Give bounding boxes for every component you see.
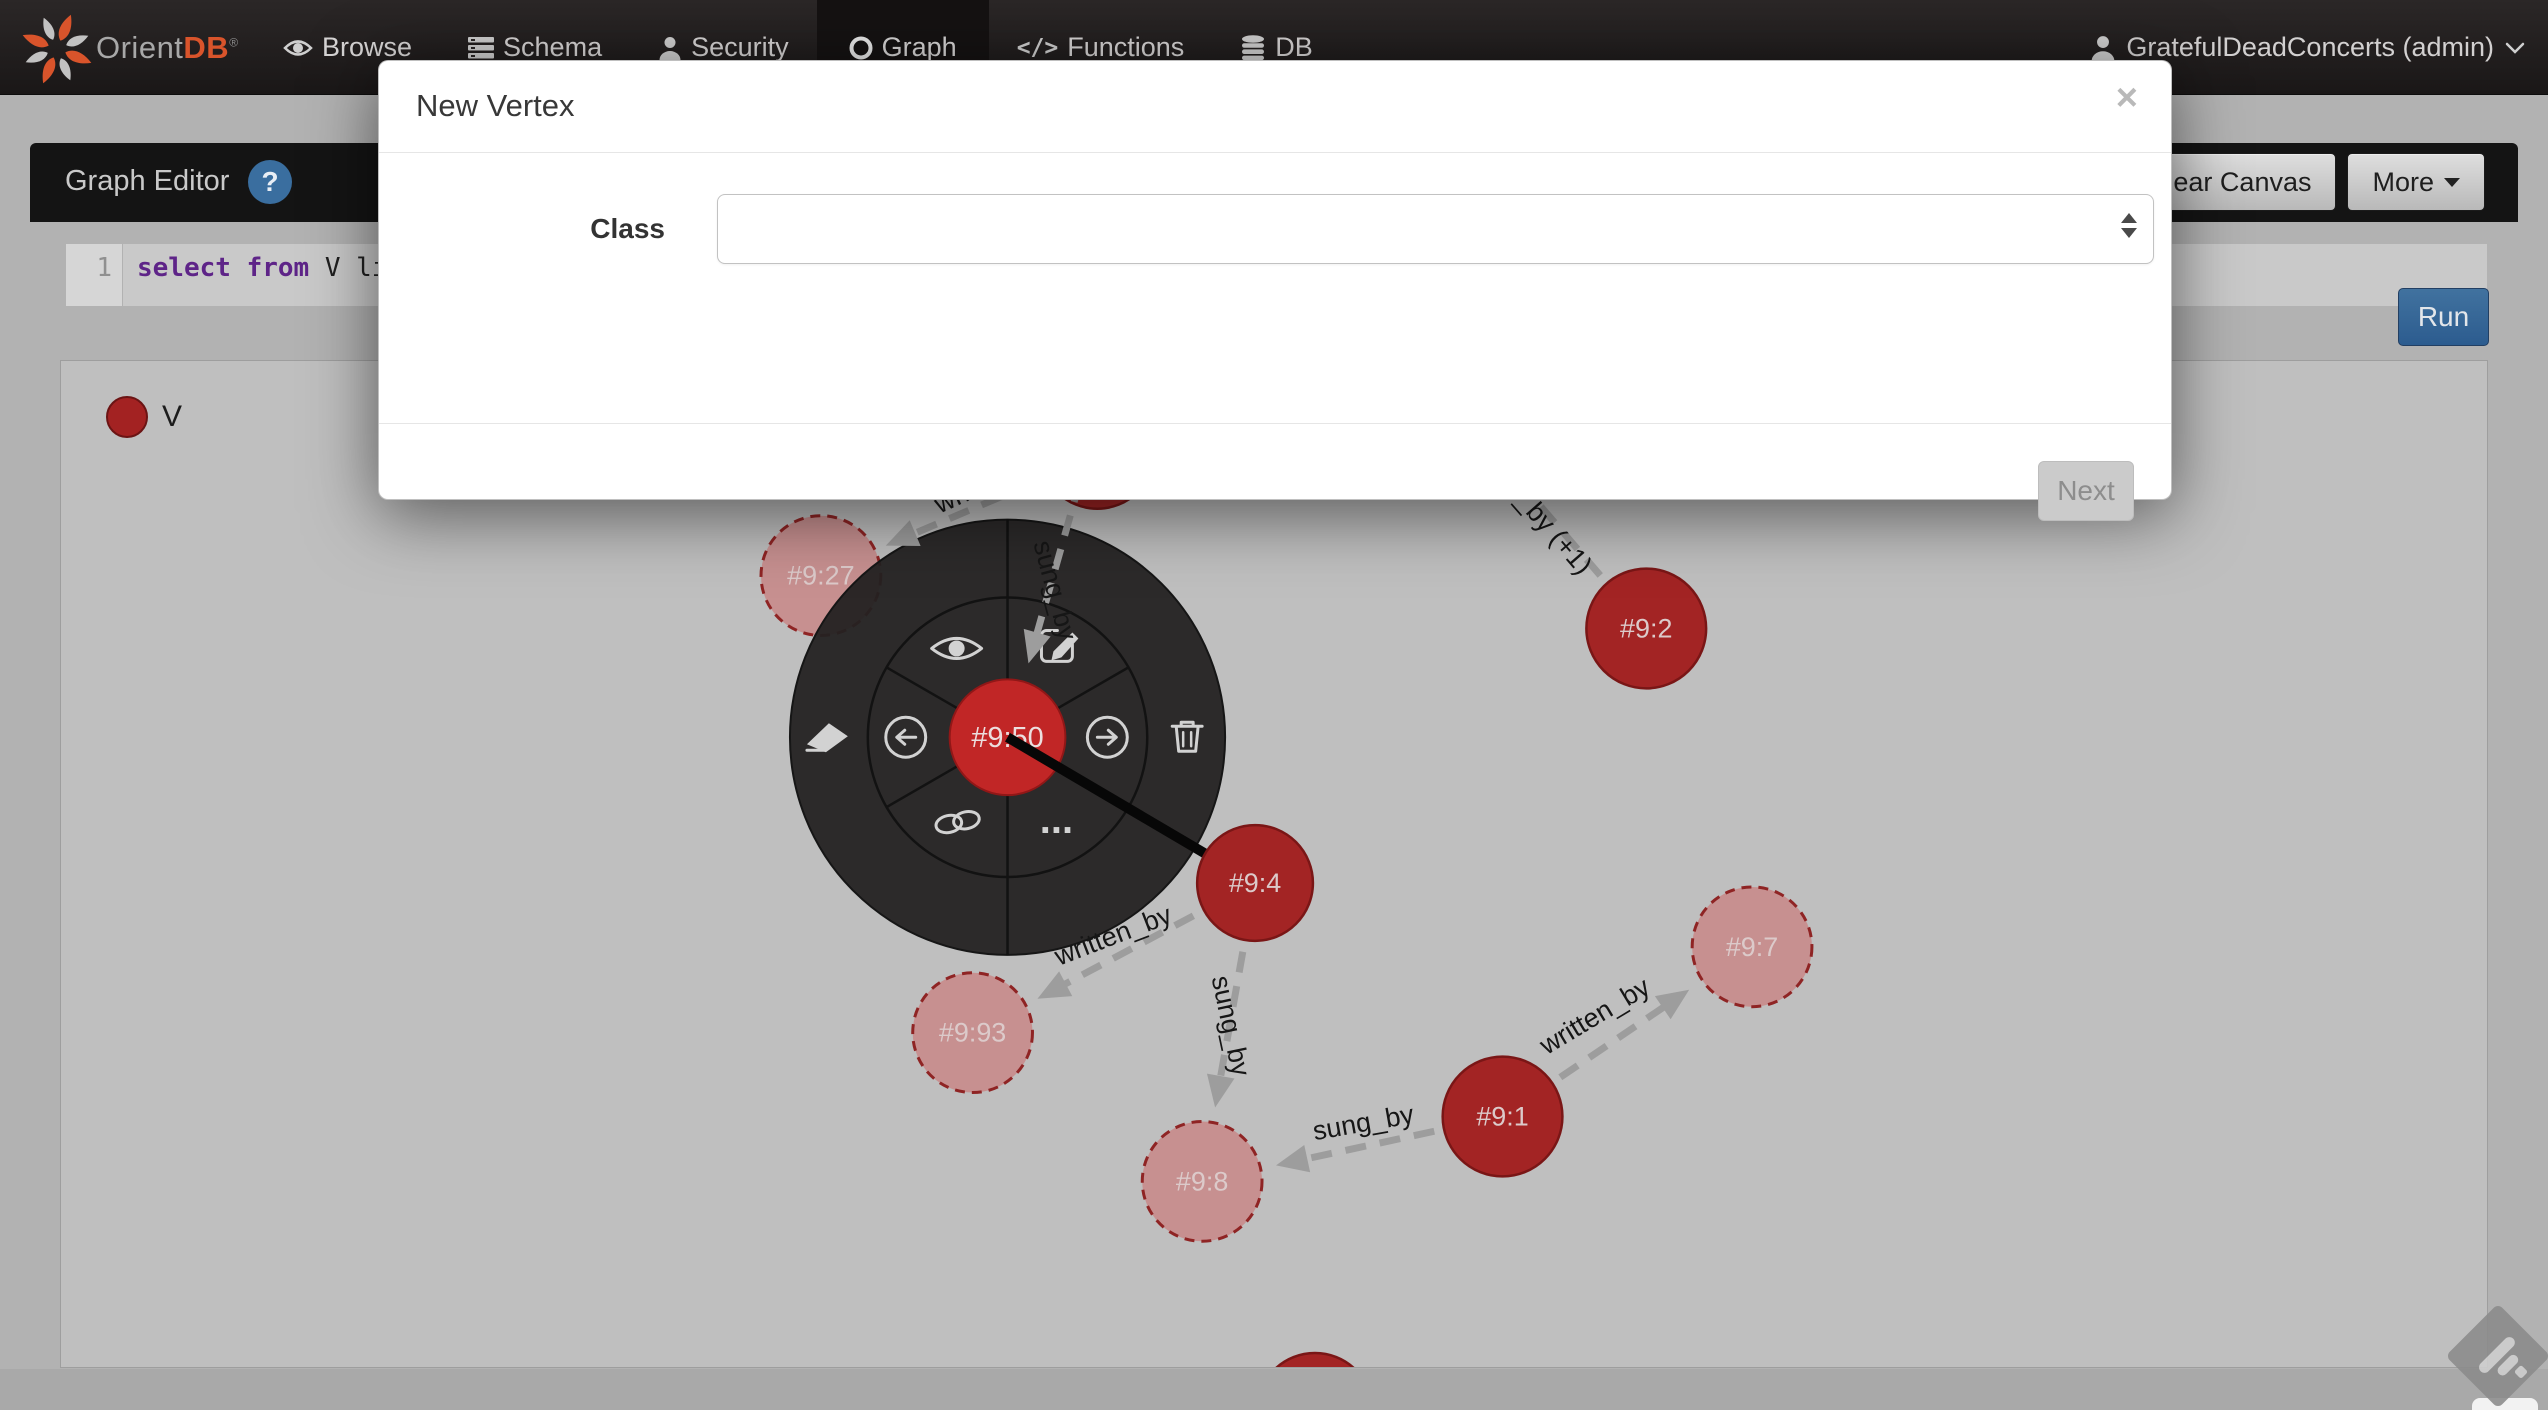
vertex[interactable]: #9:1 xyxy=(1443,1057,1563,1177)
brand-logo: OrientDB® xyxy=(18,8,239,88)
edge-arrowhead xyxy=(1655,978,1697,1019)
vertex-label: #9:1 xyxy=(1476,1101,1528,1131)
person-icon xyxy=(658,36,682,60)
user-label: GratefulDeadConcerts (admin) xyxy=(2126,32,2494,63)
radial-context-menu[interactable]: ... #9:50 xyxy=(790,520,1225,955)
chevron-down-icon xyxy=(2504,32,2526,63)
vertex-label: #9:27 xyxy=(787,561,854,591)
edge-arrowhead xyxy=(1201,1074,1234,1110)
database-icon xyxy=(1240,35,1266,61)
more-button[interactable]: More xyxy=(2347,153,2485,211)
vertex[interactable]: #9:2 xyxy=(1586,569,1706,689)
vertex[interactable]: #9:93 xyxy=(913,973,1033,1093)
clear-canvas-label: Clear Canvas xyxy=(2148,167,2312,198)
nav-label: Functions xyxy=(1067,32,1184,63)
caret-down-icon xyxy=(2444,178,2460,187)
vertex-label: #9:2 xyxy=(1620,613,1672,643)
page-bottom-strip xyxy=(0,1369,2548,1410)
vertex-label: #9:93 xyxy=(939,1018,1006,1048)
stacked-bars-icon xyxy=(468,37,494,59)
next-button[interactable]: Next xyxy=(2038,461,2134,521)
edge-arrowhead xyxy=(1273,1145,1310,1179)
vertex[interactable] xyxy=(1257,1353,1373,1367)
new-vertex-modal: New Vertex × Class Next xyxy=(378,60,2172,500)
diamond-watermark-icon xyxy=(2448,1306,2548,1406)
select-caret-icon xyxy=(2121,213,2137,238)
edge-label: sung_by xyxy=(1206,973,1257,1079)
nav-label: Security xyxy=(691,32,789,63)
page-title: Graph Editor xyxy=(65,165,229,198)
more-options-icon[interactable]: ... xyxy=(1040,798,1073,842)
edge-label: written_by xyxy=(1534,971,1656,1061)
nav-label: Graph xyxy=(882,32,957,63)
edge-arrowhead xyxy=(1031,971,1072,1011)
brand-text: OrientDB® xyxy=(96,30,239,66)
modal-title: New Vertex xyxy=(416,88,575,124)
class-select[interactable] xyxy=(717,194,2154,264)
vertex-label: #9:8 xyxy=(1176,1166,1228,1196)
edge-label: sung_by xyxy=(1310,1099,1416,1146)
legend-color-dot xyxy=(106,396,148,438)
vertex[interactable]: #9:8 xyxy=(1142,1121,1262,1241)
legend-label: V xyxy=(162,400,182,434)
more-label: More xyxy=(2372,167,2434,198)
circle-icon xyxy=(849,35,873,61)
nav-label: Schema xyxy=(503,32,602,63)
code-icon: </> xyxy=(1017,35,1059,61)
vertex[interactable]: #9:7 xyxy=(1692,887,1812,1007)
vertex[interactable]: #9:4 xyxy=(1197,825,1313,941)
run-button[interactable]: Run xyxy=(2398,288,2489,346)
class-label: Class xyxy=(415,213,665,245)
help-icon[interactable]: ? xyxy=(248,160,292,204)
modal-body: Class xyxy=(379,153,2171,423)
nav-label: DB xyxy=(1275,32,1313,63)
vertex-label: #9:7 xyxy=(1726,932,1778,962)
line-number: 1 xyxy=(66,244,123,306)
vertex-label: #9:4 xyxy=(1229,868,1281,898)
user-icon xyxy=(2090,35,2116,61)
nav-label: Browse xyxy=(322,32,412,63)
modal-header: New Vertex × xyxy=(379,61,2171,153)
orientdb-star-icon xyxy=(18,8,96,88)
close-icon[interactable]: × xyxy=(2116,79,2138,117)
page: OrientDB® Browse Schema Security xyxy=(0,0,2548,1410)
eye-icon xyxy=(283,37,313,59)
legend: V xyxy=(106,396,182,438)
modal-footer: Next xyxy=(379,423,2171,499)
